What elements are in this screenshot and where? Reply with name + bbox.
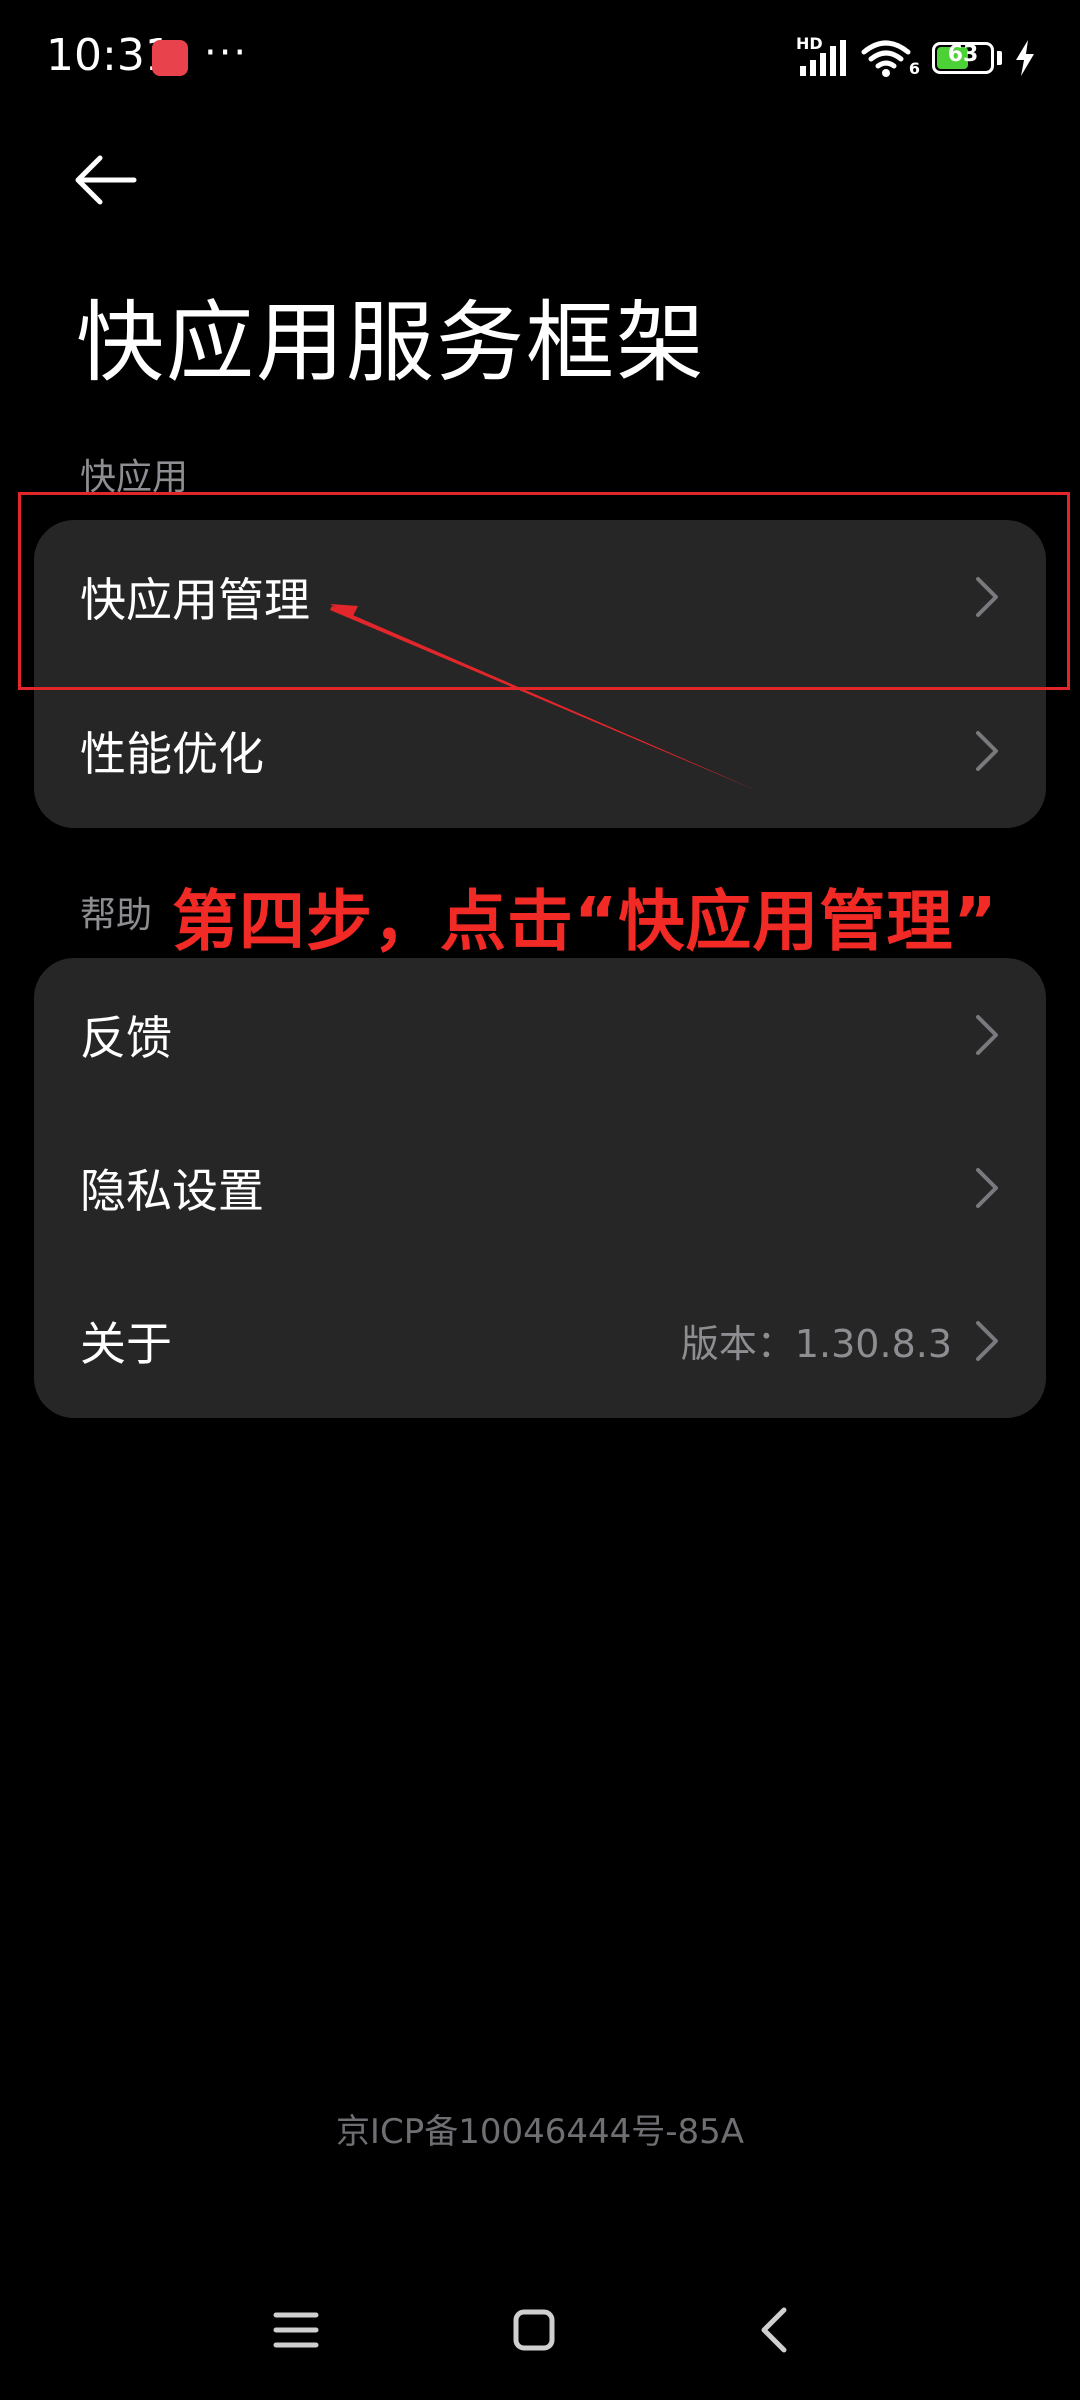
back-button[interactable]: [70, 150, 150, 210]
help-card: 反馈 隐私设置 关于 版本：1.30.8.3: [34, 958, 1046, 1418]
nav-back-button[interactable]: [736, 2295, 816, 2365]
icp-license: 京ICP备10046444号-85A: [335, 2112, 745, 2152]
home-button[interactable]: [494, 2295, 574, 2365]
chevron-right-icon: [976, 1014, 998, 1055]
about-item[interactable]: 关于 版本：1.30.8.3: [34, 1264, 1046, 1417]
wifi-icon: 6: [860, 38, 920, 78]
battery-level: 63: [947, 42, 979, 67]
annotation-highlight-box: [18, 492, 1070, 690]
version-value: 版本：1.30.8.3: [680, 1322, 952, 1366]
privacy-settings-item[interactable]: 隐私设置: [34, 1111, 1046, 1264]
more-notifications-icon: ···: [204, 30, 249, 76]
status-icons: HD 6 63: [796, 34, 1036, 82]
recent-apps-button[interactable]: [256, 2295, 336, 2365]
item-label: 反馈: [80, 1010, 172, 1065]
battery-tip: [997, 51, 1002, 65]
arrow-left-icon: [75, 155, 137, 205]
square-icon: [513, 2309, 555, 2351]
item-label: 隐私设置: [80, 1163, 264, 1218]
battery-icon: 63: [932, 42, 994, 74]
item-label: 性能优化: [80, 727, 264, 781]
section-label-help: 帮助: [80, 895, 153, 936]
annotation-instruction: 第四步，点击“快应用管理”: [172, 883, 998, 960]
signal-icon: HD: [796, 34, 848, 78]
chevron-right-icon: [976, 1167, 998, 1208]
wifi-label: 6: [908, 59, 920, 78]
chevron-right-icon: [976, 731, 998, 771]
charging-icon: [1016, 40, 1034, 76]
menu-icon: [273, 2312, 319, 2348]
performance-optimization-item[interactable]: 性能优化: [34, 674, 1046, 828]
app-notification-icon: [152, 40, 188, 76]
page-title: 快应用服务框架: [76, 291, 707, 394]
feedback-item[interactable]: 反馈: [34, 958, 1046, 1111]
chevron-left-icon: [761, 2307, 787, 2353]
chevron-right-icon: [976, 1320, 998, 1361]
item-label: 关于: [80, 1316, 172, 1371]
